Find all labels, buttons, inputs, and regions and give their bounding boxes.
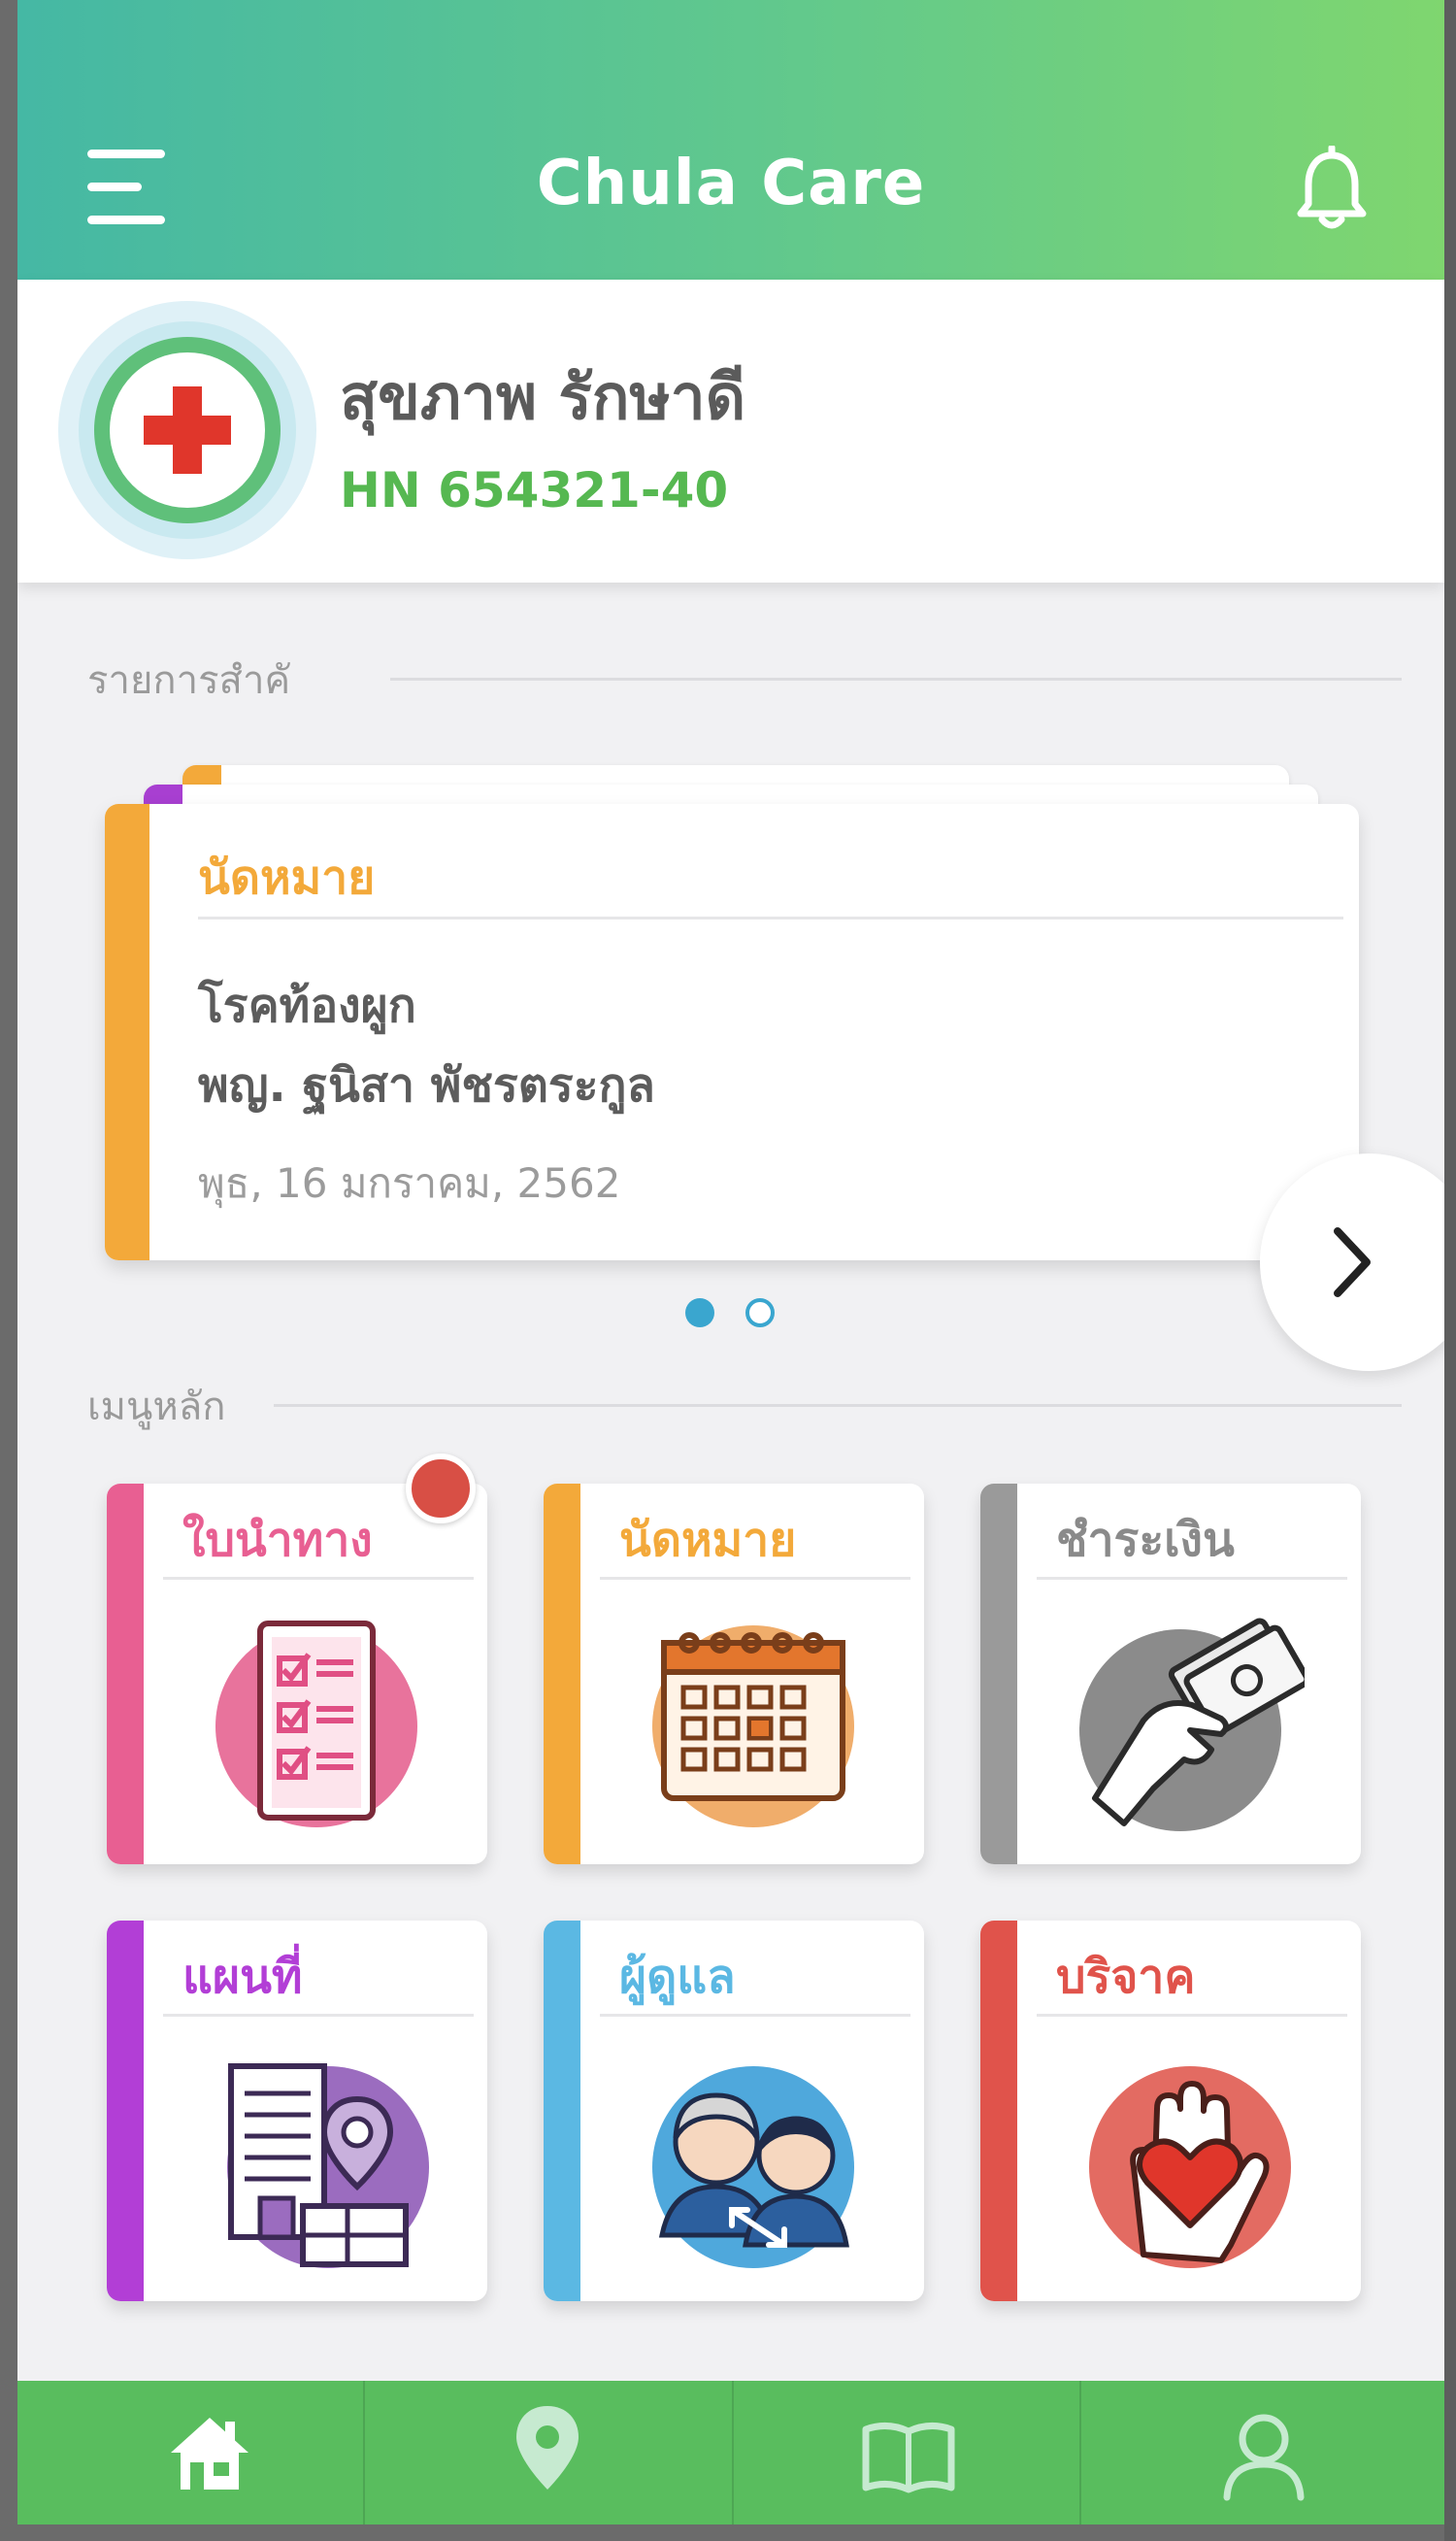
tile-caregiver[interactable]: ผู้ดูแล [544, 1921, 924, 2301]
tile-divider [163, 2014, 474, 2017]
tile-divider [600, 2014, 910, 2017]
card-divider [198, 917, 1343, 919]
pager-dot-active[interactable] [685, 1298, 714, 1327]
tile-appointment[interactable]: นัดหมาย [544, 1484, 924, 1864]
user-profile-icon [1223, 2414, 1305, 2501]
home-icon [171, 2418, 248, 2490]
tile-accent-stripe [107, 1484, 144, 1864]
red-cross-icon [56, 299, 318, 561]
card-type-label: นัดหมาย [198, 851, 376, 905]
tile-label: นัดหมาย [619, 1513, 797, 1567]
tile-accent-stripe [544, 1921, 580, 2301]
donation-heart-icon [1075, 2041, 1305, 2270]
notification-badge [406, 1454, 476, 1523]
tile-donation[interactable]: บริจาค [980, 1921, 1361, 2301]
tile-label: ชำระเงิน [1056, 1513, 1235, 1567]
appointment-date: พุธ, 16 มกราคม, 2562 [198, 1159, 621, 1207]
bell-icon[interactable] [1295, 144, 1369, 233]
payment-cash-icon [1075, 1604, 1310, 1833]
pager-dot[interactable] [745, 1298, 775, 1327]
tile-divider [163, 1577, 474, 1580]
patient-name: สุขภาพ รักษาดี [340, 362, 746, 434]
background-edge [1444, 0, 1456, 2541]
section-divider [390, 678, 1402, 681]
main-menu-title: เมนูหลัก [87, 1385, 226, 1429]
appointment-card[interactable]: นัดหมาย โรคท้องผูก พญ. ฐนิสา พัชรตระกูล … [105, 804, 1359, 1260]
tile-map[interactable]: แผนที่ [107, 1921, 487, 2301]
bottom-navigation [17, 2381, 1444, 2524]
checklist-icon [202, 1604, 431, 1833]
tile-divider [600, 1577, 910, 1580]
section-divider [274, 1404, 1402, 1407]
nav-home[interactable] [17, 2381, 367, 2524]
nav-book[interactable] [734, 2381, 1083, 2524]
tile-accent-stripe [107, 1921, 144, 2301]
appointment-doctor: พญ. ฐนิสา พัชรตระกูล [198, 1058, 655, 1113]
nav-profile[interactable] [1081, 2381, 1431, 2524]
app-screen: Chula Care สุขภาพ รักษาดี HN 654321-40 ร… [17, 0, 1444, 2524]
top-app-bar: Chula Care [17, 0, 1444, 280]
tile-label: บริจาค [1056, 1950, 1196, 2004]
tile-divider [1037, 1577, 1347, 1580]
location-pin-icon [516, 2406, 579, 2490]
app-title: Chula Care [536, 148, 926, 219]
chevron-right-icon [1334, 1227, 1371, 1297]
tile-label: ผู้ดูแล [619, 1950, 736, 2004]
hospital-map-icon [202, 2041, 431, 2270]
tile-accent-stripe [544, 1484, 580, 1864]
calendar-icon [639, 1604, 868, 1833]
tile-label: ใบนำทาง [182, 1513, 373, 1567]
important-section-title: รายการสำคั [87, 658, 291, 703]
tile-label: แผนที่ [182, 1950, 303, 2004]
tile-referral[interactable]: ใบนำทาง [107, 1484, 487, 1864]
nav-location[interactable] [365, 2381, 714, 2524]
card-accent-stripe [105, 804, 149, 1260]
tile-divider [1037, 2014, 1347, 2017]
tile-accent-stripe [980, 1921, 1017, 2301]
hospital-number: HN 654321-40 [340, 462, 729, 518]
appointment-condition: โรคท้องผูก [198, 979, 416, 1033]
profile-header[interactable]: สุขภาพ รักษาดี HN 654321-40 [17, 280, 1444, 583]
caregiver-icon [639, 2041, 868, 2270]
book-icon [862, 2423, 955, 2493]
tile-payment[interactable]: ชำระเงิน [980, 1484, 1361, 1864]
tile-accent-stripe [980, 1484, 1017, 1864]
